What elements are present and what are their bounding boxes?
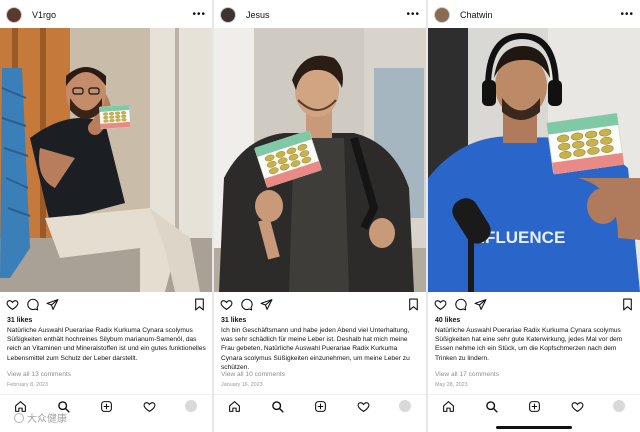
- activity-heart-icon[interactable]: [357, 400, 370, 413]
- like-heart-icon[interactable]: [6, 298, 19, 311]
- profile-avatar[interactable]: [613, 400, 625, 412]
- home-icon[interactable]: [228, 400, 241, 413]
- post-header: Chatwin •••: [434, 4, 634, 26]
- search-icon[interactable]: [485, 400, 498, 413]
- activity-heart-icon[interactable]: [571, 400, 584, 413]
- search-icon[interactable]: [271, 400, 284, 413]
- profile-avatar[interactable]: [185, 400, 197, 412]
- post-date: January 16, 2023: [221, 382, 263, 388]
- comment-icon[interactable]: [454, 298, 467, 311]
- likes-count[interactable]: 31 likes: [7, 317, 32, 324]
- avatar[interactable]: [434, 7, 450, 23]
- more-options-icon[interactable]: •••: [192, 10, 206, 20]
- watermark: 大众健康: [14, 410, 67, 425]
- like-heart-icon[interactable]: [220, 298, 233, 311]
- post-panel-2: Jesus ••• 31 likes Ich bin Geschäftsmann…: [214, 0, 426, 432]
- product-card: [546, 112, 625, 175]
- bookmark-icon[interactable]: [621, 298, 634, 311]
- post-panel-1: V1rgo ••• 31 likes Natürliche Auswahl Pu…: [0, 0, 212, 432]
- more-options-icon[interactable]: •••: [620, 10, 634, 20]
- post-actions: [434, 298, 634, 312]
- post-panel-3: Chatwin ••• INFLUENCE 40 likes Natürlich…: [428, 0, 640, 432]
- watermark-text: 大众健康: [27, 414, 67, 425]
- comment-icon[interactable]: [26, 298, 39, 311]
- post-photo[interactable]: INFLUENCE: [428, 28, 640, 292]
- post-photo[interactable]: [0, 28, 212, 292]
- more-options-icon[interactable]: •••: [406, 10, 420, 20]
- home-icon[interactable]: [442, 400, 455, 413]
- like-heart-icon[interactable]: [434, 298, 447, 311]
- bookmark-icon[interactable]: [407, 298, 420, 311]
- view-comments-link[interactable]: View all 10 comments: [221, 371, 285, 378]
- share-send-icon[interactable]: [260, 298, 273, 311]
- post-header: V1rgo •••: [6, 4, 206, 26]
- view-comments-link[interactable]: View all 17 comments: [435, 371, 499, 378]
- post-date: May 28, 2023: [435, 382, 468, 388]
- post-header: Jesus •••: [220, 4, 420, 26]
- post-actions: [220, 298, 420, 312]
- profile-avatar[interactable]: [399, 400, 411, 412]
- post-photo[interactable]: [214, 28, 426, 292]
- post-date: February 8, 2023: [7, 382, 49, 388]
- view-comments-link[interactable]: View all 13 comments: [7, 371, 71, 378]
- product-card: [98, 104, 132, 130]
- post-caption: Natürliche Auswahl Puerariae Radix Kurku…: [435, 327, 623, 362]
- share-send-icon[interactable]: [46, 298, 59, 311]
- bookmark-icon[interactable]: [193, 298, 206, 311]
- bottom-nav: [214, 394, 426, 418]
- comment-icon[interactable]: [240, 298, 253, 311]
- share-send-icon[interactable]: [474, 298, 487, 311]
- home-indicator: [496, 426, 572, 429]
- post-photo-image: [0, 28, 212, 292]
- post-caption: Natürliche Auswahl Puerariae Radix Kurku…: [7, 327, 206, 362]
- post-caption: Ich bin Geschäftsmann und habe jeden Abe…: [221, 327, 410, 371]
- bottom-nav: [428, 394, 640, 418]
- username[interactable]: Chatwin: [460, 10, 493, 20]
- likes-count[interactable]: 40 likes: [435, 317, 460, 324]
- post-actions: [6, 298, 206, 312]
- avatar[interactable]: [6, 7, 22, 23]
- avatar[interactable]: [220, 7, 236, 23]
- activity-heart-icon[interactable]: [143, 400, 156, 413]
- post-photo-image: INFLUENCE: [428, 28, 640, 292]
- post-photo-image: [214, 28, 426, 292]
- watermark-logo-icon: [14, 413, 24, 423]
- likes-count[interactable]: 31 likes: [221, 317, 246, 324]
- username[interactable]: V1rgo: [32, 10, 56, 20]
- new-post-icon[interactable]: [528, 400, 541, 413]
- new-post-icon[interactable]: [100, 400, 113, 413]
- username[interactable]: Jesus: [246, 10, 270, 20]
- new-post-icon[interactable]: [314, 400, 327, 413]
